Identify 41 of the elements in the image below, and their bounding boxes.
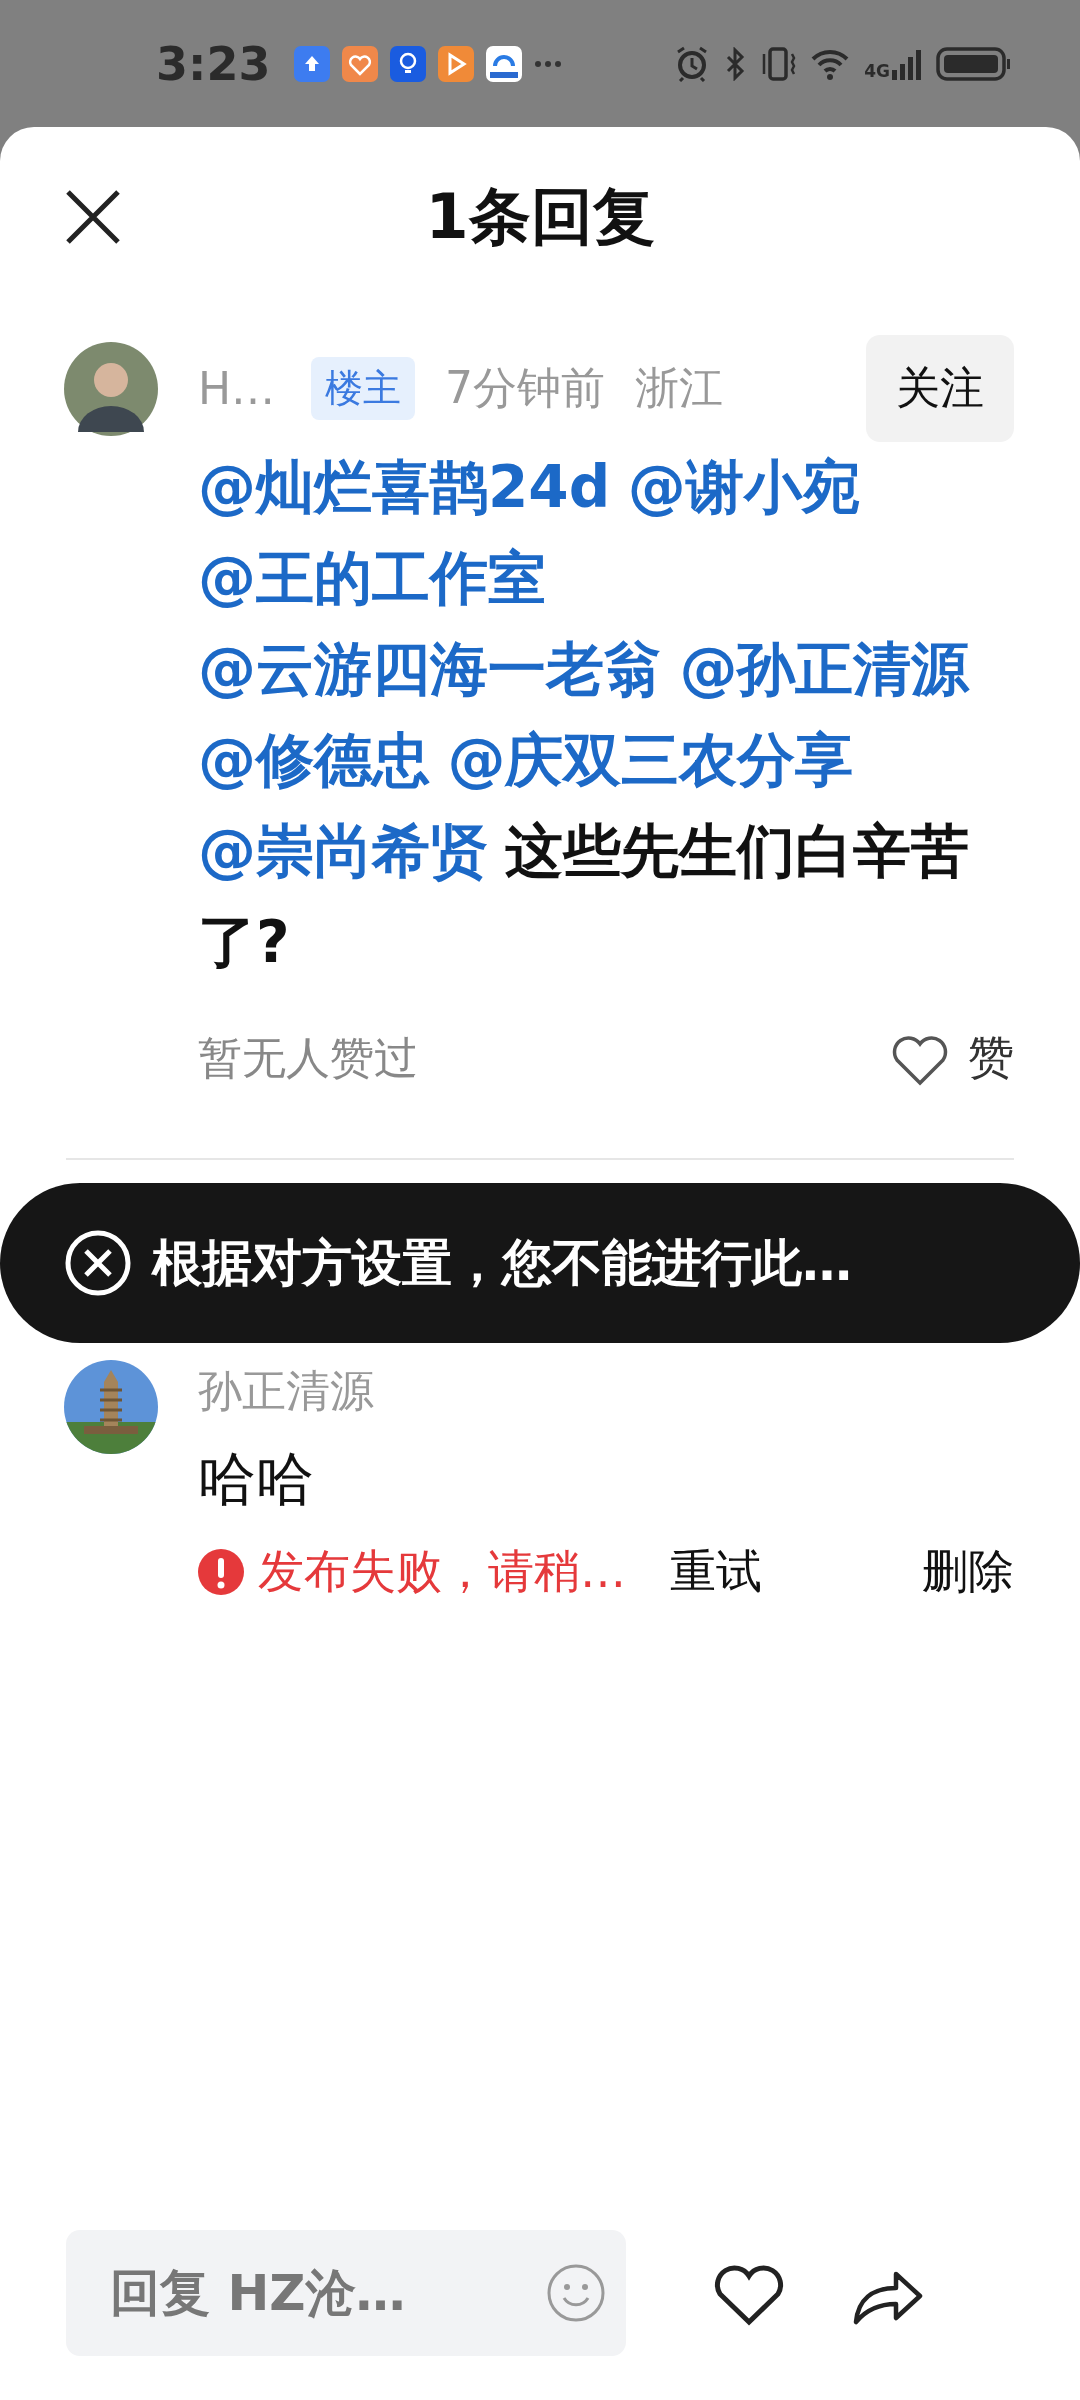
comment-text: @灿烂喜鹊24d @谢小宛 @王的工作室 @云游四海一老翁 @孙正清源 @修德忠 @庆双三农分享 @崇尚希贤 这些先生们白辛苦了? <box>198 452 971 978</box>
signal-icon <box>892 47 922 80</box>
like-button[interactable]: 赞 <box>888 1027 1014 1089</box>
emoji-icon[interactable] <box>546 2263 606 2323</box>
close-icon <box>64 188 122 246</box>
post-location: 浙江 <box>635 361 724 415</box>
avatar-icon[interactable] <box>64 341 158 436</box>
mention-link[interactable]: @王的工作室 <box>198 544 546 612</box>
likes-status: 暂无人赞过 <box>198 1030 418 1085</box>
upload-app-icon <box>294 45 331 82</box>
follow-button[interactable]: 关注 <box>866 335 1014 442</box>
reply-text: 哈哈 <box>198 1444 315 1515</box>
vibrate-icon <box>760 45 797 82</box>
author-name[interactable]: H… <box>198 363 276 414</box>
mention-link[interactable]: @庆双三农分享 <box>447 726 854 794</box>
play-app-icon <box>438 45 475 82</box>
battery-icon <box>936 45 1010 82</box>
bluetooth-icon <box>724 46 747 81</box>
reply-input-field[interactable]: 回复 HZ沧… <box>110 2253 546 2333</box>
mention-link[interactable]: @灿烂喜鹊24d <box>198 453 611 521</box>
delete-button[interactable]: 删除 <box>922 1541 1014 1603</box>
post-time: 7分钟前 <box>445 361 606 415</box>
toast-message: 根据对方设置，您不能进行此… <box>152 1232 852 1294</box>
mention-link[interactable]: @修德忠 <box>198 726 430 794</box>
reply-author[interactable]: 孙正清源 <box>198 1362 1014 1421</box>
bulb-app-icon <box>390 45 427 82</box>
reply-box[interactable]: 回复 HZ沧… <box>66 2230 626 2356</box>
network-label: 4G <box>864 62 890 80</box>
retry-button[interactable]: 重试 <box>670 1541 762 1603</box>
error-icon <box>198 1549 244 1595</box>
close-button[interactable] <box>64 188 122 246</box>
mention-link[interactable]: @崇尚希贤 <box>198 817 488 885</box>
close-circle-icon <box>64 1229 132 1297</box>
mention-link[interactable]: @孙正清源 <box>679 635 970 703</box>
heart-app-icon <box>342 45 379 82</box>
sheet-title: 1条回复 <box>425 179 655 255</box>
error-message: 发布失败，请稍… <box>258 1543 626 1600</box>
status-time: 3:23 <box>156 36 271 91</box>
mention-link[interactable]: @谢小宛 <box>627 453 860 521</box>
mention-link[interactable]: @云游四海一老翁 <box>198 635 662 703</box>
author-badge: 楼主 <box>311 357 416 420</box>
